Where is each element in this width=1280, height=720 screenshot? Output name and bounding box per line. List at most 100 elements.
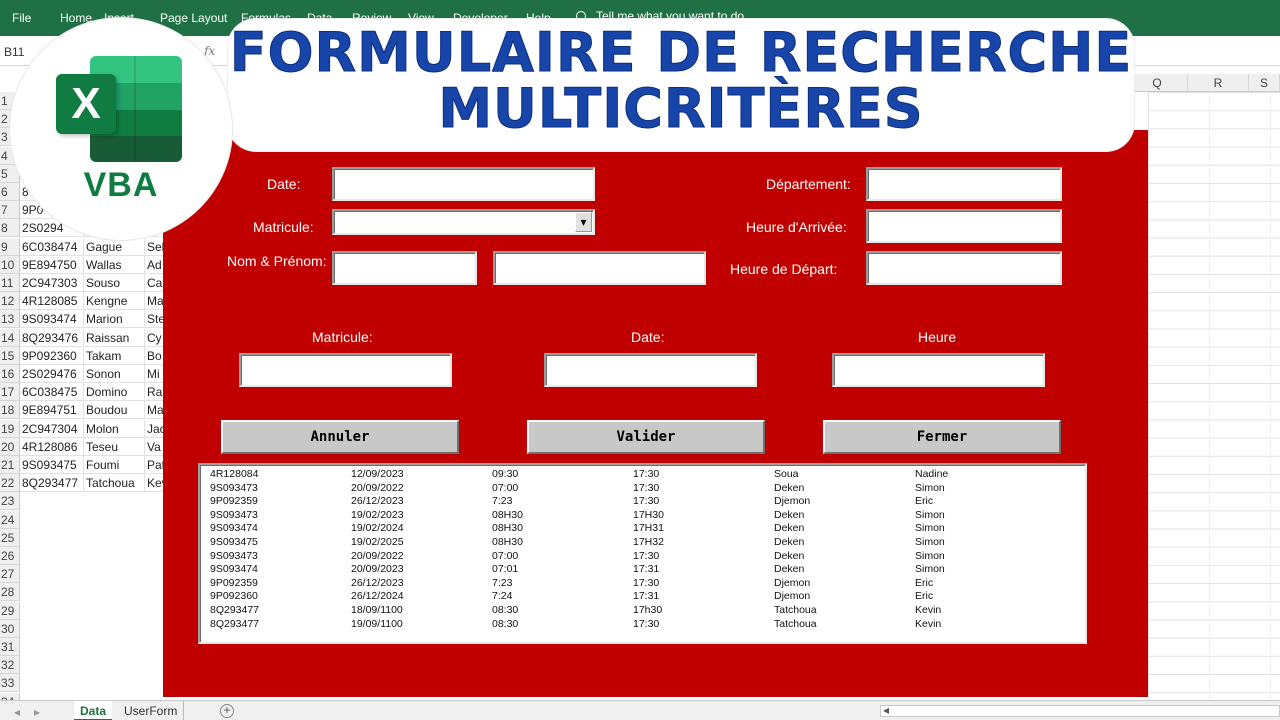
nom-field[interactable] [332, 251, 477, 285]
row-header[interactable]: 21 [0, 456, 20, 474]
sheet-cell[interactable]: Sonon [84, 365, 145, 383]
row-header[interactable]: 28 [0, 583, 20, 602]
excel-x-icon: X [56, 74, 116, 134]
list-item[interactable]: 8Q293477 19/09/1100 08:30 17:30 Tatchoua Kevi… [200, 617, 1080, 631]
sheet-cell[interactable]: Marion [84, 310, 145, 329]
row-header[interactable]: 23 [0, 492, 20, 511]
search-heure-field[interactable] [832, 353, 1045, 387]
row-header[interactable]: 29 [0, 601, 20, 620]
menu-file[interactable]: File [12, 11, 31, 25]
sheet-cell[interactable]: 9S093475 [20, 456, 84, 474]
row-header[interactable]: 24 [0, 510, 20, 529]
title-banner: FORMULAIRE DE RECHERCHE MULTICRITÈRES [228, 19, 1134, 151]
chevron-down-icon[interactable]: ▾ [575, 212, 592, 232]
list-item[interactable]: 9S093475 19/02/2025 08H30 17H32 Deken Simon [200, 535, 1080, 549]
row-header[interactable]: 18 [0, 401, 20, 420]
sheet-cell[interactable]: 2C947304 [20, 419, 84, 438]
list-item[interactable]: 9S093473 20/09/2022 07:00 17:30 Deken Simon [200, 549, 1080, 563]
list-item[interactable]: 4R128084 12/09/2023 09:30 17:30 Soua Nadine [200, 467, 1080, 481]
list-item[interactable]: 9S093474 19/02/2024 08H30 17H31 Deken Simon [200, 521, 1080, 535]
scroll-left-icon[interactable]: ◂ [883, 703, 889, 717]
list-item[interactable]: 8Q293477 18/09/1100 08:30 17h30 Tatchoua Kevi… [200, 603, 1080, 617]
row-header[interactable]: 14 [0, 328, 20, 347]
row-header[interactable]: 30 [0, 619, 20, 638]
sheet-cell[interactable]: 4R128086 [20, 437, 84, 456]
row-header[interactable]: 22 [0, 474, 20, 493]
row-header[interactable]: 10 [0, 255, 20, 274]
valider-button[interactable]: Valider [527, 420, 765, 454]
sheet-cell[interactable]: 9S093474 [20, 310, 84, 329]
sheet-cell[interactable]: Wallas [84, 255, 145, 274]
sheet-cell[interactable]: Teseu [84, 437, 145, 456]
sheet-cell[interactable]: 9E894750 [20, 255, 84, 274]
menu-page-layout[interactable]: Page Layout [160, 11, 227, 25]
row-header[interactable]: 31 [0, 638, 20, 656]
date-field[interactable] [332, 167, 595, 201]
row-header[interactable]: 8 [0, 219, 20, 238]
row-header[interactable]: 33 [0, 674, 20, 693]
row-header[interactable]: 16 [0, 365, 20, 383]
sheet-cell[interactable]: Molon [84, 419, 145, 438]
sheet-cell[interactable]: Boudou [84, 401, 145, 420]
fermer-button[interactable]: Fermer [823, 420, 1061, 454]
column-header-s[interactable]: S [1249, 74, 1280, 92]
tab-data[interactable]: Data [74, 701, 113, 720]
row-header[interactable]: 9 [0, 237, 20, 256]
sheet-cell[interactable]: 9E894751 [20, 401, 84, 420]
sheet-cell[interactable]: 8Q293477 [20, 474, 84, 493]
annuler-button[interactable]: Annuler [221, 420, 459, 454]
horizontal-scrollbar[interactable]: ◂ [880, 703, 1280, 717]
sheet-cell[interactable]: 8Q293476 [20, 328, 84, 347]
sheet-cell[interactable]: Kengne [84, 292, 145, 311]
row-header[interactable]: 20 [0, 437, 20, 456]
sheet-tab-bar: ◂ ▸ Data UserForm + ◂ [0, 700, 1280, 720]
sheet-cell[interactable]: 4R128085 [20, 292, 84, 311]
sheet-cell[interactable]: 9P092360 [20, 346, 84, 365]
search-matricule-field[interactable] [239, 353, 452, 387]
tab-prev-icon[interactable]: ◂ [14, 705, 20, 719]
sheet-cell[interactable]: Tatchoua [84, 474, 145, 493]
heure-arrivee-field[interactable] [866, 209, 1062, 243]
row-header[interactable]: 27 [0, 565, 20, 584]
sheet-cell[interactable]: 2C947303 [20, 274, 84, 292]
list-cell: 17:30 [633, 549, 660, 562]
list-item[interactable]: 9S093473 19/02/2023 08H30 17H30 Deken Simon [200, 508, 1080, 522]
sheet-cell[interactable]: Takam [84, 346, 145, 365]
list-item[interactable]: 9S093473 20/09/2022 07:00 17:30 Deken Simon [200, 481, 1080, 495]
matricule-combobox[interactable]: ▾ [332, 209, 595, 235]
add-sheet-icon[interactable]: + [220, 704, 234, 718]
list-item[interactable]: 9P092360 26/12/2024 7:24 17:31 Djemon Eric [200, 589, 1080, 603]
list-cell: 9P092360 [210, 590, 258, 603]
row-header[interactable]: 26 [0, 547, 20, 565]
name-box[interactable]: B11 [4, 45, 24, 59]
list-item[interactable]: 9S093474 20/09/2023 07:01 17:31 Deken Simon [200, 562, 1080, 576]
sheet-cell[interactable]: Souso [84, 274, 145, 292]
row-header[interactable]: 19 [0, 419, 20, 438]
row-header[interactable]: 25 [0, 528, 20, 547]
column-header-q[interactable]: Q [1127, 74, 1188, 92]
sheet-cell[interactable]: Gague [84, 237, 145, 256]
tab-next-icon[interactable]: ▸ [34, 705, 40, 719]
search-date-field[interactable] [544, 353, 757, 387]
column-header-r[interactable]: R [1188, 74, 1249, 92]
sheet-cell[interactable]: 2S029476 [20, 365, 84, 383]
sheet-cell[interactable]: 6C038474 [20, 237, 84, 256]
sheet-cell[interactable]: 6C038475 [20, 383, 84, 402]
heure-depart-field[interactable] [866, 251, 1062, 285]
row-header[interactable]: 17 [0, 383, 20, 402]
fx-icon[interactable]: fx [204, 44, 215, 58]
row-header[interactable]: 15 [0, 346, 20, 365]
row-header[interactable]: 11 [0, 274, 20, 292]
list-item[interactable]: 9P092359 26/12/2023 7:23 17:30 Djemon Eric [200, 494, 1080, 508]
row-header[interactable]: 12 [0, 292, 20, 311]
row-header[interactable]: 13 [0, 310, 20, 329]
sheet-cell[interactable]: Domino [84, 383, 145, 402]
row-header[interactable]: 32 [0, 656, 20, 675]
list-item[interactable]: 9P092359 26/12/2023 7:23 17:30 Djemon Eric [200, 576, 1080, 590]
tab-userform[interactable]: UserForm [118, 701, 185, 720]
sheet-cell[interactable]: Foumi [84, 456, 145, 474]
sheet-cell[interactable]: Raissan [84, 328, 145, 347]
prenom-field[interactable] [493, 251, 706, 285]
results-listbox[interactable]: 4R128084 12/09/2023 09:30 17:30 Soua Nadine 9S… [198, 463, 1087, 644]
departement-field[interactable] [866, 167, 1062, 201]
